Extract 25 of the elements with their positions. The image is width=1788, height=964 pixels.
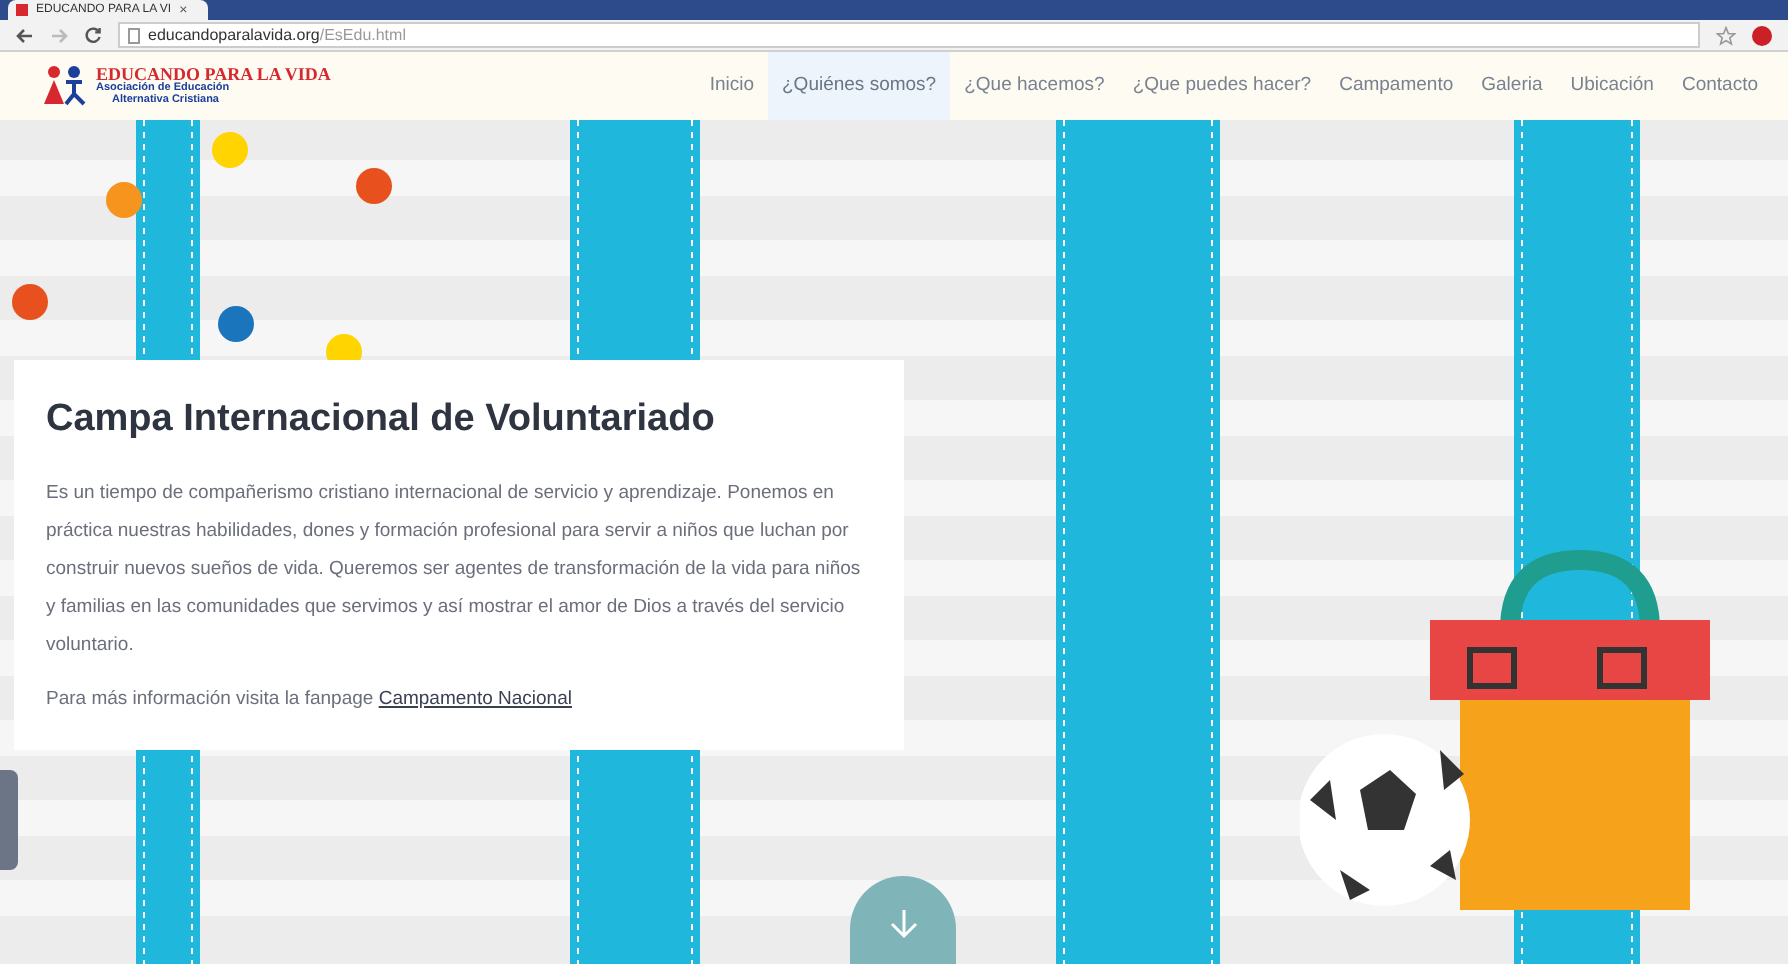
logo-title: EDUCANDO PARA LA VIDA — [96, 66, 331, 84]
reload-icon[interactable] — [84, 26, 102, 44]
nav-link[interactable]: Campamento — [1325, 52, 1468, 120]
nav-link[interactable]: Ubicación — [1556, 52, 1668, 120]
card-paragraph: Para más información visita la fanpage Campamento Nacional — [46, 685, 574, 713]
down-arrow-icon — [889, 908, 917, 940]
nav-link[interactable]: Inicio — [695, 52, 768, 120]
fanpage-link[interactable]: Campamento Nacional — [378, 687, 572, 709]
nav-link[interactable]: Galeria — [1467, 52, 1557, 120]
address-field[interactable]: educandoparalavida.org/EsEdu.html — [118, 22, 1700, 48]
card-title: Campa Internacional de Voluntariado — [46, 396, 717, 444]
favicon-icon — [16, 4, 28, 16]
card-paragraph: Es un tiempo de compañerismo cristiano internacional de servicio y aprendizaje. Ponemos en práctica nuestras habilidades, dones y formación profesional para servir a niños que luchan por construir nuevos sueños de vida. Queremos ser agentes de transformación de la vida para niños y familias en las comunidades que servimos y así mostrar el amor de Dios a través del servicio voluntario. — [46, 479, 863, 659]
page-icon — [128, 27, 140, 43]
side-tab[interactable] — [0, 770, 18, 870]
nav-link[interactable]: ¿Quiénes somos? — [768, 52, 951, 120]
children-logo-icon — [40, 64, 88, 108]
star-icon[interactable] — [1716, 25, 1736, 45]
nav-link[interactable]: ¿Que hacemos? — [950, 52, 1119, 120]
nav-link[interactable]: Contacto — [1667, 52, 1772, 120]
url-host: educandoparalavida.org — [148, 27, 320, 43]
forward-icon[interactable] — [50, 27, 68, 43]
nav-link[interactable]: ¿Que puedes hacer? — [1118, 52, 1326, 120]
back-icon[interactable] — [16, 27, 34, 43]
url-path: /EsEdu.html — [319, 27, 406, 43]
